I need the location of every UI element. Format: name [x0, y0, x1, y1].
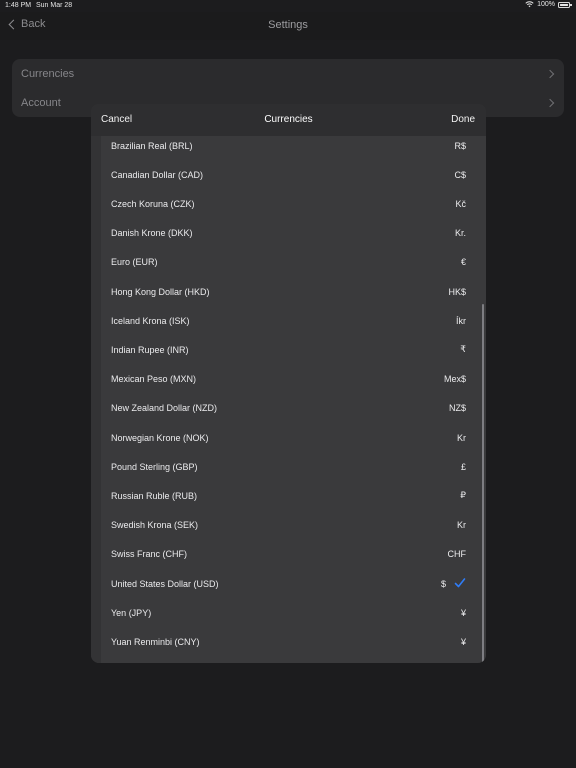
- battery-icon: [558, 1, 572, 8]
- currency-symbol: C$: [454, 169, 466, 180]
- currency-row[interactable]: Norwegian Krone (NOK) Kr: [101, 423, 476, 452]
- currency-name: Mexican Peso (MXN): [111, 374, 197, 385]
- currency-row[interactable]: Canadian Dollar (CAD) C$: [101, 160, 476, 189]
- currency-row[interactable]: Mexican Peso (MXN) Mex$: [101, 365, 476, 394]
- navigation-bar: Back Settings: [0, 12, 576, 40]
- currency-row[interactable]: Danish Krone (DKK) Kr.: [101, 219, 476, 248]
- list-gutter: [91, 136, 101, 663]
- currency-row[interactable]: Iceland Krona (ISK) Íkr: [101, 306, 476, 335]
- currency-symbol: ¥: [460, 636, 466, 647]
- currency-symbol: Kr: [457, 432, 466, 443]
- currency-name: Iceland Krona (ISK): [111, 315, 190, 326]
- currency-row[interactable]: Hong Kong Dollar (HKD) HK$: [101, 277, 476, 306]
- currency-row[interactable]: Swedish Krona (SEK) Kr: [101, 511, 476, 540]
- currency-row[interactable]: New Zealand Dollar (NZD) NZ$: [101, 394, 476, 423]
- page-title: Settings: [268, 19, 308, 31]
- currency-symbol: NZ$: [448, 403, 466, 414]
- currency-name: Brazilian Real (BRL): [111, 140, 193, 151]
- currency-name: Russian Ruble (RUB): [111, 490, 198, 501]
- currency-name: Pound Sterling (GBP): [111, 461, 198, 472]
- done-button[interactable]: Done: [451, 114, 475, 125]
- currency-name: Swiss Franc (CHF): [111, 549, 187, 560]
- status-date: Sun Mar 28: [36, 2, 73, 9]
- scrollbar[interactable]: [482, 304, 484, 663]
- currency-name: Euro (EUR): [111, 257, 158, 268]
- currency-symbol: ₽: [460, 490, 466, 501]
- battery-percent: 100%: [537, 1, 555, 8]
- currency-name: Yen (JPY): [111, 607, 152, 618]
- currency-row[interactable]: United States Dollar (USD) $: [101, 569, 476, 598]
- currency-row[interactable]: Indian Rupee (INR) ₹: [101, 335, 476, 364]
- currency-row[interactable]: Czech Koruna (CZK) Kč: [101, 189, 476, 218]
- currency-row[interactable]: Euro (EUR) €: [101, 248, 476, 277]
- status-time: 1:48 PM: [5, 2, 32, 9]
- settings-item-label: Account: [21, 96, 61, 109]
- currency-symbol: HK$: [448, 286, 466, 297]
- currency-name: Yuan Renminbi (CNY): [111, 636, 200, 647]
- currency-list: Brazilian Real (BRL) R$ Canadian Dollar (C…: [101, 136, 486, 663]
- wifi-icon: [525, 1, 534, 8]
- currency-symbol: ₹: [460, 344, 466, 355]
- chevron-right-icon: [545, 98, 555, 107]
- currency-row[interactable]: Russian Ruble (RUB) ₽: [101, 481, 476, 510]
- currency-name: Hong Kong Dollar (HKD): [111, 286, 210, 297]
- currency-name: United States Dollar (USD): [111, 578, 219, 589]
- status-right: 100%: [525, 1, 572, 8]
- currency-row[interactable]: Brazilian Real (BRL) R$: [101, 131, 476, 160]
- currency-symbol: €: [460, 257, 466, 268]
- status-bar: 1:48 PM Sun Mar 28 100%: [0, 0, 576, 12]
- currency-name: Indian Rupee (INR): [111, 344, 189, 355]
- currency-name: Swedish Krona (SEK): [111, 520, 199, 531]
- currency-row[interactable]: Yuan Renminbi (CNY) ¥: [101, 627, 476, 656]
- currency-row[interactable]: Pound Sterling (GBP) £: [101, 452, 476, 481]
- screen: 1:48 PM Sun Mar 28 100% Back Settings Cu…: [0, 0, 576, 768]
- settings-item-currencies[interactable]: Currencies: [12, 59, 564, 88]
- currency-name: Czech Koruna (CZK): [111, 198, 195, 209]
- modal-title: Currencies: [264, 114, 313, 125]
- currency-name: Danish Krone (DKK): [111, 228, 193, 239]
- currencies-modal: Cancel Currencies Done Brazilian Real (B…: [91, 104, 486, 663]
- currency-symbol: Íkr: [456, 315, 466, 326]
- currency-name: Norwegian Krone (NOK): [111, 432, 209, 443]
- currency-symbol: CHF: [447, 549, 467, 560]
- currency-name: Canadian Dollar (CAD): [111, 169, 204, 180]
- settings-item-label: Currencies: [21, 67, 75, 80]
- currency-symbol: R$: [454, 140, 466, 151]
- currency-row[interactable]: Swiss Franc (CHF) CHF: [101, 540, 476, 569]
- checkmark-icon: [454, 578, 466, 588]
- chevron-right-icon: [545, 69, 555, 78]
- currency-symbol: Kr.: [454, 228, 466, 239]
- currency-symbol: Mex$: [443, 374, 466, 385]
- currency-symbol: Kr: [457, 520, 466, 531]
- currency-row[interactable]: Yen (JPY) ¥: [101, 598, 476, 627]
- currency-name: New Zealand Dollar (NZD): [111, 403, 218, 414]
- currency-symbol: Kč: [455, 198, 466, 209]
- currency-symbol: ¥: [460, 607, 466, 618]
- currency-symbol: $: [440, 578, 446, 589]
- currency-symbol: £: [460, 461, 466, 472]
